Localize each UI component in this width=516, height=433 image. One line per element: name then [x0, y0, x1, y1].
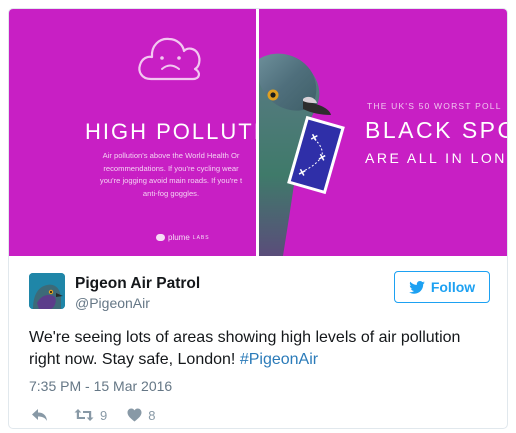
media-image-right[interactable]: THE UK'S 50 WORST POLL BLACK SPO ARE ALL… [259, 9, 507, 256]
follow-button-label: Follow [430, 279, 476, 295]
hashtag-link[interactable]: #PigeonAir [240, 351, 318, 368]
reply-button[interactable] [31, 408, 48, 422]
media-left-body-line: recommendations. If you're cycling wear [103, 163, 239, 173]
tweet-body: Pigeon Air Patrol @PigeonAir Follow We'r… [9, 257, 507, 428]
reply-icon [32, 409, 47, 421]
tweet-actions: 9 8 [31, 406, 155, 424]
embedded-tweet-card: HIGH POLLUTI Air pollution's above the W… [8, 8, 508, 429]
author-handle[interactable]: @PigeonAir [75, 295, 150, 311]
plume-labs-logo: plume LABS [156, 233, 210, 242]
media-left-body-line: Air pollution's above the World Health O… [102, 151, 240, 160]
twitter-bird-icon [409, 280, 425, 294]
media-left-headline: HIGH POLLUTI [85, 119, 256, 144]
media-right-headline: BLACK SPO [365, 117, 507, 143]
tweet-timestamp[interactable]: 7:35 PM - 15 Mar 2016 [29, 378, 172, 394]
media-right-subheading: THE UK'S 50 WORST POLL [367, 101, 502, 111]
retweet-button[interactable]: 9 [74, 408, 107, 423]
author-name[interactable]: Pigeon Air Patrol [75, 275, 200, 293]
sad-cloud-icon [138, 37, 201, 81]
plume-logo-sub: LABS [192, 234, 210, 241]
like-count: 8 [148, 407, 156, 423]
plume-logo-icon [156, 234, 165, 241]
heart-icon [127, 408, 142, 422]
avatar[interactable] [29, 273, 65, 309]
like-button[interactable]: 8 [127, 408, 155, 423]
tweet-media[interactable]: HIGH POLLUTI Air pollution's above the W… [9, 9, 507, 256]
media-image-left[interactable]: HIGH POLLUTI Air pollution's above the W… [9, 9, 256, 256]
tweet-text: We're seeing lots of areas showing high … [29, 327, 489, 371]
pigeon-with-map-icon [259, 53, 345, 256]
media-left-body-line: you're jogging avoid main roads. If you'… [99, 176, 243, 185]
media-left-body: Air pollution's above the World Health O… [71, 150, 256, 200]
follow-button[interactable]: Follow [394, 271, 490, 303]
pigeon-avatar-icon [29, 273, 65, 309]
media-right-headline-line2: ARE ALL IN LON [365, 150, 507, 166]
retweet-icon [74, 409, 94, 421]
media-left-body-line: anti-fog goggles. [142, 188, 200, 198]
plume-logo-text: plume [168, 233, 190, 242]
retweet-count: 9 [100, 407, 108, 423]
